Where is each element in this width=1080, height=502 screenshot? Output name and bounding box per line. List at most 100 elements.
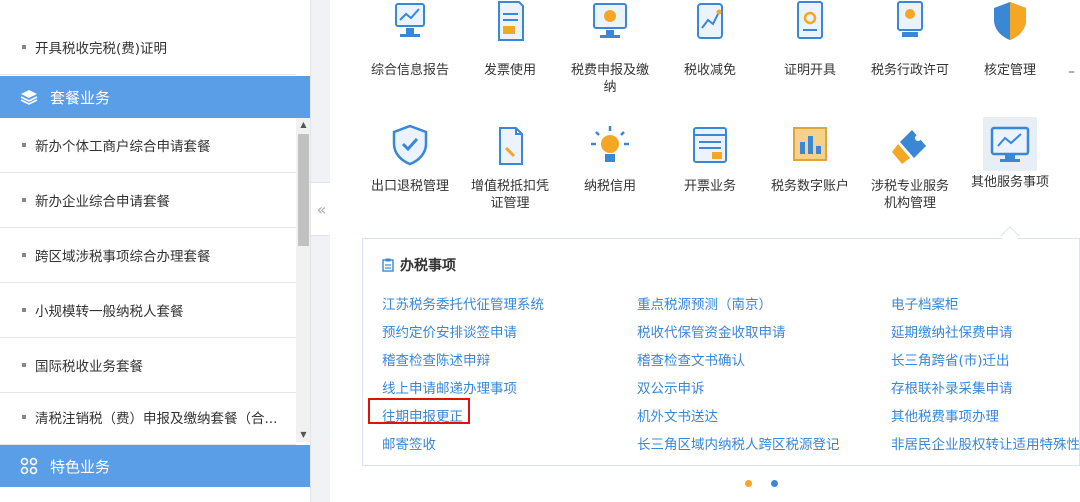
- service-invoice[interactable]: 发票使用: [465, 0, 555, 79]
- service-invoicing[interactable]: 开票业务: [665, 124, 755, 195]
- sidebar-item-label: 国际税收业务套餐: [35, 359, 143, 375]
- double-chevron-left-icon: «: [316, 199, 327, 219]
- service-label: 出口退税管理: [370, 179, 449, 194]
- vat-deduction-icon: [499, 127, 523, 165]
- agency-icon: [892, 130, 926, 164]
- service-label: 纳税信用: [583, 179, 636, 194]
- service-digital-account[interactable]: 税务数字账户: [765, 124, 855, 195]
- link-e-archive[interactable]: 电子档案柜: [891, 293, 959, 313]
- service-label: 发票使用: [483, 63, 536, 78]
- service-vat-deduction[interactable]: 增值税抵扣凭证管理: [465, 124, 555, 212]
- invoice-icon: [498, 1, 524, 41]
- service-label: 增值税抵扣凭证管理: [470, 179, 549, 211]
- shield-icon: [994, 2, 1026, 40]
- bullet-icon: [22, 253, 26, 257]
- service-tax-declare[interactable]: 税费申报及缴纳: [565, 0, 655, 96]
- sidebar-item-package-1[interactable]: 新办企业综合申请套餐: [0, 173, 296, 228]
- sidebar-section-package[interactable]: 套餐业务: [0, 76, 310, 118]
- more-indicator: –: [1068, 64, 1075, 80]
- link-appeal[interactable]: 双公示申诉: [637, 377, 705, 397]
- link-inspection-defense[interactable]: 稽查检查陈述申辩: [382, 349, 490, 369]
- sidebar-item-tax-certificate[interactable]: 开具税收完税(费)证明: [0, 20, 296, 75]
- service-label: 核定管理: [983, 63, 1036, 78]
- sidebar-item-package-4[interactable]: 国际税收业务套餐: [0, 338, 296, 393]
- other-services-icon: [990, 126, 1030, 162]
- report-icon: [395, 3, 425, 37]
- tax-declare-icon: [593, 3, 627, 38]
- sidebar-item-label: 新办企业综合申请套餐: [35, 194, 170, 210]
- sidebar-item-package-2[interactable]: 跨区域涉税事项综合办理套餐: [0, 228, 296, 283]
- bullet-icon: [22, 363, 26, 367]
- sidebar-item-label: 开具税收完税(费)证明: [35, 41, 168, 57]
- sidebar-scrollbar[interactable]: ▲ ▼: [296, 118, 310, 442]
- link-pricing-agreement[interactable]: 预约定价安排谈签申请: [382, 321, 517, 341]
- carousel-dot-2[interactable]: [771, 480, 778, 487]
- bullet-icon: [22, 308, 26, 312]
- sidebar-section-special[interactable]: 特色业务: [0, 445, 310, 487]
- clipboard-icon: [382, 258, 394, 272]
- link-mail-sign[interactable]: 邮寄签收: [382, 433, 436, 453]
- service-report[interactable]: 综合信息报告: [365, 0, 455, 79]
- certificate-icon: [797, 1, 823, 39]
- link-custody-fund[interactable]: 税收代保管资金收取申请: [637, 321, 786, 341]
- highlight-box: [368, 398, 470, 424]
- bullet-icon: [22, 143, 26, 147]
- link-document-delivery[interactable]: 机外文书送达: [637, 405, 718, 425]
- bullet-icon: [22, 415, 26, 419]
- link-other-tax-matters[interactable]: 其他税费事项办理: [891, 405, 999, 425]
- service-label: 税务行政许可: [870, 63, 949, 78]
- link-nonresident-equity[interactable]: 非居民企业股权转让适用特殊性税务处理: [891, 433, 1080, 453]
- sidebar-item-package-0[interactable]: 新办个体工商户综合申请套餐: [0, 118, 296, 173]
- scroll-down-icon[interactable]: ▼: [296, 430, 310, 440]
- digital-account-icon: [793, 127, 827, 161]
- sidebar-section-label: 套餐业务: [50, 88, 111, 107]
- link-social-insurance-delay[interactable]: 延期缴纳社保费申请: [891, 321, 1013, 341]
- invoicing-icon: [693, 127, 727, 163]
- service-label: 其他服务事项: [970, 175, 1049, 190]
- sidebar-item-label: 清税注销税（费）申报及缴纳套餐（合...: [35, 411, 278, 427]
- service-label: 涉税专业服务机构管理: [870, 179, 949, 211]
- sidebar-item-label: 跨区域涉税事项综合办理套餐: [35, 249, 211, 265]
- page: 开具税收完税(费)证明 套餐业务 新办个体工商户综合申请套餐 新办企业综合申请套…: [0, 0, 1080, 502]
- link-key-tax-source[interactable]: 重点税源预测（南京）: [637, 293, 772, 313]
- layers-icon: [20, 90, 38, 105]
- service-label: 证明开具: [783, 63, 836, 78]
- service-label: 开票业务: [683, 179, 736, 194]
- link-inspection-doc[interactable]: 稽查检查文书确认: [637, 349, 745, 369]
- service-label: 综合信息报告: [370, 63, 449, 78]
- active-icon-bg: [983, 117, 1037, 171]
- service-export-refund[interactable]: 出口退税管理: [365, 124, 455, 195]
- service-label: 税费申报及缴纳: [570, 63, 649, 95]
- grid-icon: [20, 457, 38, 475]
- sidebar-section-label: 特色业务: [50, 457, 111, 476]
- service-license[interactable]: 税务行政许可: [865, 0, 955, 79]
- tax-relief-icon: [697, 3, 723, 39]
- service-tax-relief[interactable]: 税收减免: [665, 0, 755, 79]
- link-entrust-system[interactable]: 江苏税务委托代征管理系统: [382, 293, 544, 313]
- carousel-dot-1[interactable]: [745, 480, 752, 487]
- bullet-icon: [22, 198, 26, 202]
- service-label: 税务数字账户: [770, 179, 849, 194]
- sidebar-item-label: 小规模转一般纳税人套餐: [35, 304, 184, 320]
- service-agency[interactable]: 涉税专业服务机构管理: [865, 124, 955, 212]
- service-other[interactable]: 其他服务事项: [965, 117, 1055, 191]
- sidebar: 开具税收完税(费)证明 套餐业务 新办个体工商户综合申请套餐 新办企业综合申请套…: [0, 0, 311, 502]
- service-certificate[interactable]: 证明开具: [765, 0, 855, 79]
- service-label: 税收减免: [683, 63, 736, 78]
- sidebar-item-package-3[interactable]: 小规模转一般纳税人套餐: [0, 283, 296, 338]
- bullet-icon: [22, 45, 26, 49]
- service-approval[interactable]: 核定管理: [965, 0, 1055, 79]
- link-yrd-migration[interactable]: 长三角跨省(市)迁出: [891, 349, 1010, 369]
- credit-icon: [591, 126, 629, 162]
- link-online-mail[interactable]: 线上申请邮递办理事项: [382, 377, 517, 397]
- sidebar-item-package-5[interactable]: 清税注销税（费）申报及缴纳套餐（合...: [0, 390, 296, 445]
- panel-title: 办税事项: [382, 255, 456, 275]
- export-refund-icon: [392, 124, 428, 166]
- link-stub-collection[interactable]: 存根联补录采集申请: [891, 377, 1013, 397]
- link-yrd-registration[interactable]: 长三角区域内纳税人跨区税源登记: [637, 433, 840, 453]
- service-credit[interactable]: 纳税信用: [565, 124, 655, 195]
- scroll-thumb[interactable]: [298, 134, 309, 246]
- scroll-up-icon[interactable]: ▲: [296, 120, 310, 130]
- sidebar-item-label: 新办个体工商户综合申请套餐: [35, 139, 211, 155]
- panel-title-text: 办税事项: [400, 258, 456, 274]
